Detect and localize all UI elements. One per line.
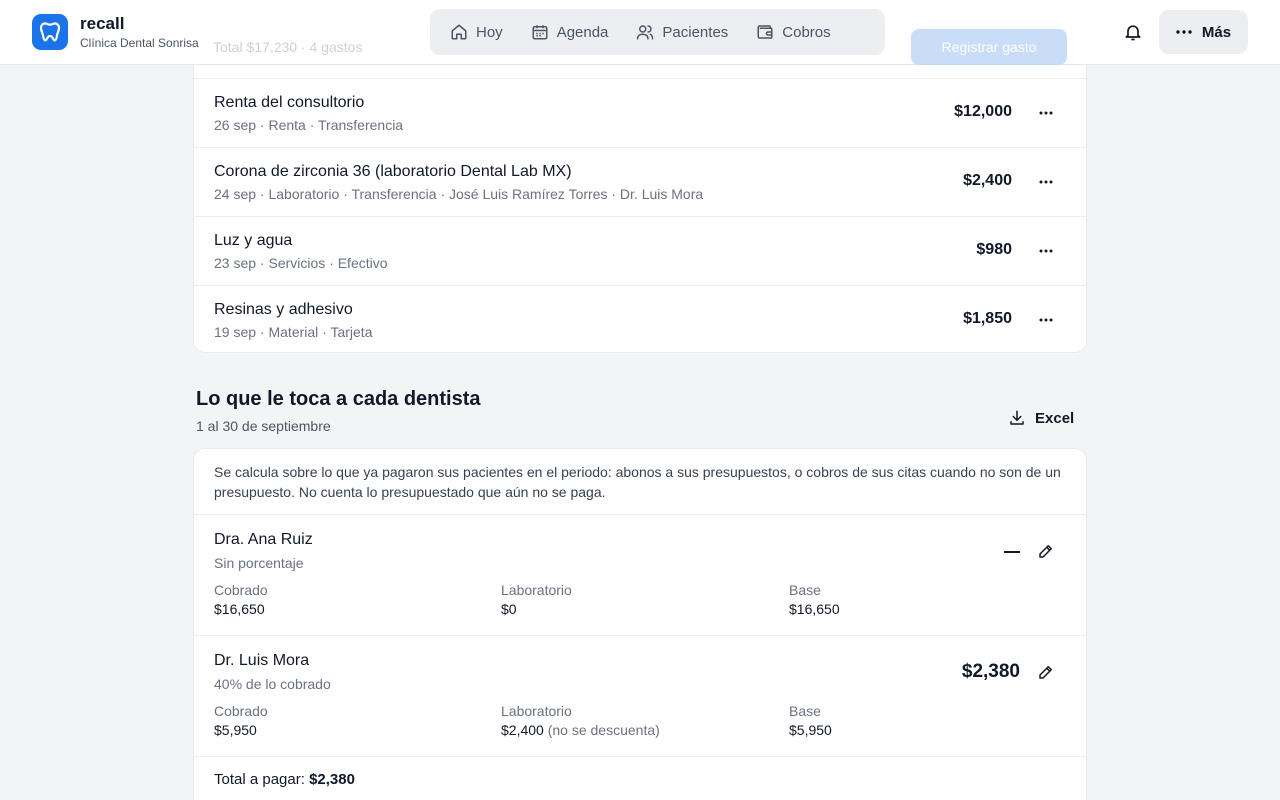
expense-meta: 23 sep · Servicios · Efectivo [214, 255, 388, 271]
stat-value: $2,400 (no se descuenta) [501, 722, 660, 738]
calendar-icon [532, 25, 548, 40]
nav-item-pacientes[interactable]: Pacientes [626, 14, 738, 50]
lab-note: (no se descuenta) [547, 722, 660, 738]
expenses-card: Renta del consultorio 26 sep · Renta · T… [193, 40, 1087, 353]
dentist-rule: 40% de lo cobrado [214, 676, 331, 692]
stat-base: Base $16,650 [789, 582, 840, 617]
stat-value: $16,650 [214, 601, 265, 617]
export-excel-button[interactable]: Excel [1008, 407, 1074, 429]
tooth-logo-icon [32, 14, 68, 50]
stat-label: Laboratorio [501, 703, 572, 719]
ellipsis-icon [1039, 318, 1053, 322]
pencil-icon [1039, 666, 1052, 679]
section-period: 1 al 30 de septiembre [196, 418, 331, 434]
stat-label: Laboratorio [501, 582, 572, 598]
expense-menu-button[interactable] [1034, 101, 1058, 125]
edit-dentist-button[interactable] [1034, 539, 1058, 563]
total-value: $2,380 [309, 771, 355, 788]
expense-amount: $1,850 [963, 310, 1012, 327]
list-item[interactable]: Luz y agua 23 sep · Servicios · Efectivo… [194, 216, 1086, 285]
nav-label: Pacientes [662, 23, 729, 41]
stat-label: Cobrado [214, 703, 268, 719]
more-button[interactable]: Más [1159, 10, 1248, 54]
expense-menu-button[interactable] [1034, 308, 1058, 332]
expense-amount: $2,400 [963, 172, 1012, 189]
dentist-name: Dra. Ana Ruiz [214, 531, 313, 548]
list-item[interactable]: Renta del consultorio 26 sep · Renta · T… [194, 78, 1086, 147]
stat-value: $5,950 [214, 722, 257, 738]
stat-value: $16,650 [789, 601, 840, 617]
expense-amount: $12,000 [954, 103, 1012, 120]
dentist-payout: $2,380 [961, 661, 1020, 682]
section-title: Lo que le toca a cada dentista [196, 388, 481, 410]
stat-label: Cobrado [214, 582, 268, 598]
stat-collected: Cobrado $5,950 [214, 703, 268, 738]
clinic-name: Clínica Dental Sonrisa [80, 35, 199, 50]
excel-label: Excel [1035, 409, 1075, 427]
bell-icon [1125, 25, 1141, 41]
dentist-row: Dr. Luis Mora 40% de lo cobrado $2,380 C… [194, 635, 1086, 756]
dentists-card: Se calcula sobre lo que ya pagaron sus p… [193, 448, 1087, 800]
list-item[interactable]: Resinas y adhesivo 19 sep · Material · T… [194, 285, 1086, 352]
total-payout: Total a pagar: $2,380 [214, 771, 355, 788]
expense-meta: 19 sep · Material · Tarjeta [214, 324, 373, 340]
expense-meta: 26 sep · Renta · Transferencia [214, 117, 404, 133]
nav-item-cobros[interactable]: Cobros [746, 14, 840, 50]
list-item[interactable]: Corona de zirconia 36 (laboratorio Denta… [194, 147, 1086, 216]
ellipsis-icon [1176, 30, 1192, 34]
expense-menu-button[interactable] [1034, 239, 1058, 263]
nav-label: Agenda [556, 23, 609, 41]
stat-base: Base $5,950 [789, 703, 832, 738]
ellipsis-icon [1039, 180, 1053, 184]
dentist-row: Dra. Ana Ruiz Sin porcentaje Cobrado $16… [194, 514, 1086, 635]
nav-label: Cobros [782, 23, 831, 41]
app-name: recall [80, 13, 125, 33]
notifications-button[interactable] [1121, 20, 1145, 44]
total-label: Total a pagar: [214, 771, 305, 788]
total-payout-row: Total a pagar: $2,380 [194, 756, 1086, 800]
home-icon [451, 24, 467, 40]
stat-value: $5,950 [789, 722, 832, 738]
expense-meta: 24 sep · Laboratorio · Transferencia · J… [214, 186, 704, 202]
nav-label: Hoy [476, 23, 503, 41]
brand[interactable]: recall Clínica Dental Sonrisa [32, 14, 199, 50]
expense-title: Resinas y adhesivo [214, 301, 353, 318]
expenses-header-total: Total $17,230 · 4 gastos [213, 39, 363, 55]
top-bar: recall Clínica Dental Sonrisa Hoy Agenda… [0, 0, 1280, 65]
calculation-note: Se calcula sobre lo que ya pagaron sus p… [214, 464, 1061, 500]
stat-collected: Cobrado $16,650 [214, 582, 268, 617]
stat-lab: Laboratorio $0 [501, 582, 572, 617]
main-nav: Hoy Agenda Pacientes Cobros [430, 9, 885, 55]
stat-label: Base [789, 703, 821, 719]
stat-lab: Laboratorio $2,400 (no se descuenta) [501, 703, 660, 738]
lab-amount: $2,400 [501, 722, 544, 738]
users-icon [637, 25, 654, 40]
expense-menu-button[interactable] [1034, 170, 1058, 194]
wallet-icon [757, 25, 773, 39]
edit-dentist-button[interactable] [1034, 660, 1058, 684]
expense-amount: $980 [976, 241, 1012, 258]
ellipsis-icon [1039, 249, 1053, 253]
expense-title: Corona de zirconia 36 (laboratorio Denta… [214, 163, 572, 180]
expense-title: Renta del consultorio [214, 94, 365, 111]
more-label: Más [1201, 23, 1232, 41]
add-expense-button[interactable]: Registrar gasto [911, 29, 1067, 65]
nav-item-agenda[interactable]: Agenda [521, 14, 619, 50]
nav-item-hoy[interactable]: Hoy [440, 14, 513, 50]
ellipsis-icon [1039, 111, 1053, 115]
expense-title: Luz y agua [214, 232, 293, 249]
pencil-icon [1039, 545, 1052, 558]
stat-value: $0 [501, 601, 517, 617]
dentist-name: Dr. Luis Mora [214, 652, 310, 669]
stat-label: Base [789, 582, 821, 598]
dentist-rule: Sin porcentaje [214, 555, 304, 571]
download-icon [1010, 410, 1024, 425]
no-payout-dash [1004, 551, 1020, 553]
add-expense-label: Registrar gasto [941, 39, 1037, 55]
